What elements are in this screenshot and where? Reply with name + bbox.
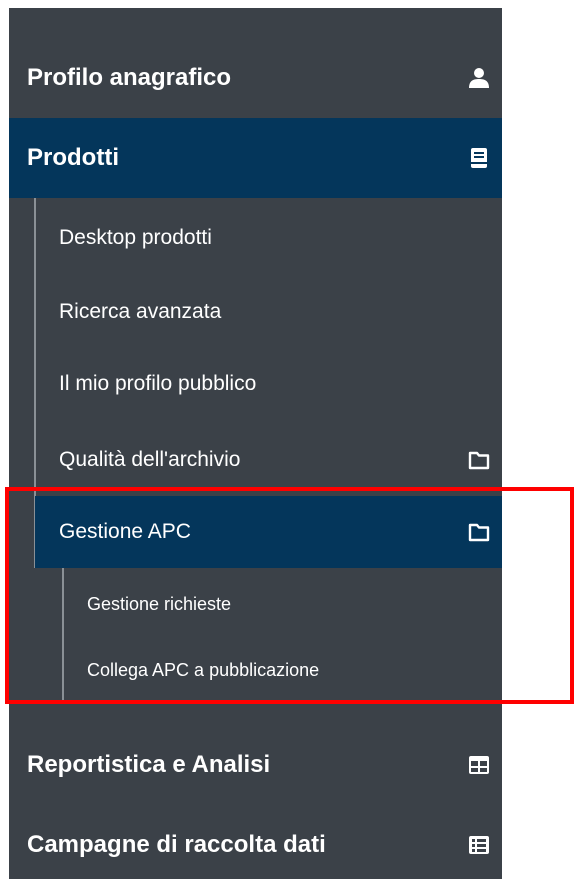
user-icon [469, 68, 489, 88]
submenu-item-gestione-apc[interactable]: Gestione APC [35, 496, 502, 568]
submenu-item-label: Collega APC a pubblicazione [87, 659, 320, 680]
submenu-item-gestione-richieste[interactable]: Gestione richieste [63, 572, 502, 636]
menu-item-profilo-anagrafico[interactable]: Profilo anagrafico [9, 38, 502, 118]
submenu-item-collega-apc[interactable]: Collega APC a pubblicazione [63, 638, 502, 702]
submenu-item-label: Gestione richieste [87, 593, 232, 614]
menu-item-prodotti[interactable]: Prodotti [9, 118, 502, 198]
menu-item-campagne[interactable]: Campagne di raccolta dati [9, 805, 502, 885]
table-icon [469, 756, 489, 774]
submenu-item-profilo-pubblico[interactable]: Il mio profilo pubblico [35, 348, 502, 420]
menu-item-label: Prodotti [27, 144, 119, 171]
menu-item-label: Profilo anagrafico [27, 64, 232, 91]
submenu-item-ricerca-avanzata[interactable]: Ricerca avanzata [35, 276, 502, 348]
menu-item-label: Campagne di raccolta dati [27, 831, 326, 858]
sidebar-menu: Profilo anagrafico Prodotti Desktop prod… [9, 8, 502, 879]
list-icon [469, 836, 489, 854]
submenu-item-label: Ricerca avanzata [59, 300, 222, 323]
folder-icon [468, 523, 490, 542]
submenu-item-label: Desktop prodotti [59, 226, 212, 249]
folder-icon [468, 451, 490, 470]
book-icon [471, 148, 487, 168]
menu-item-label: Reportistica e Analisi [27, 751, 271, 778]
menu-item-reportistica[interactable]: Reportistica e Analisi [9, 725, 502, 805]
submenu-item-qualita-archivio[interactable]: Qualità dell'archivio [35, 424, 502, 496]
submenu-item-label: Il mio profilo pubblico [59, 372, 257, 395]
submenu-item-label: Gestione APC [59, 520, 191, 543]
submenu-item-label: Qualità dell'archivio [59, 448, 241, 471]
submenu-item-desktop-prodotti[interactable]: Desktop prodotti [35, 202, 502, 274]
